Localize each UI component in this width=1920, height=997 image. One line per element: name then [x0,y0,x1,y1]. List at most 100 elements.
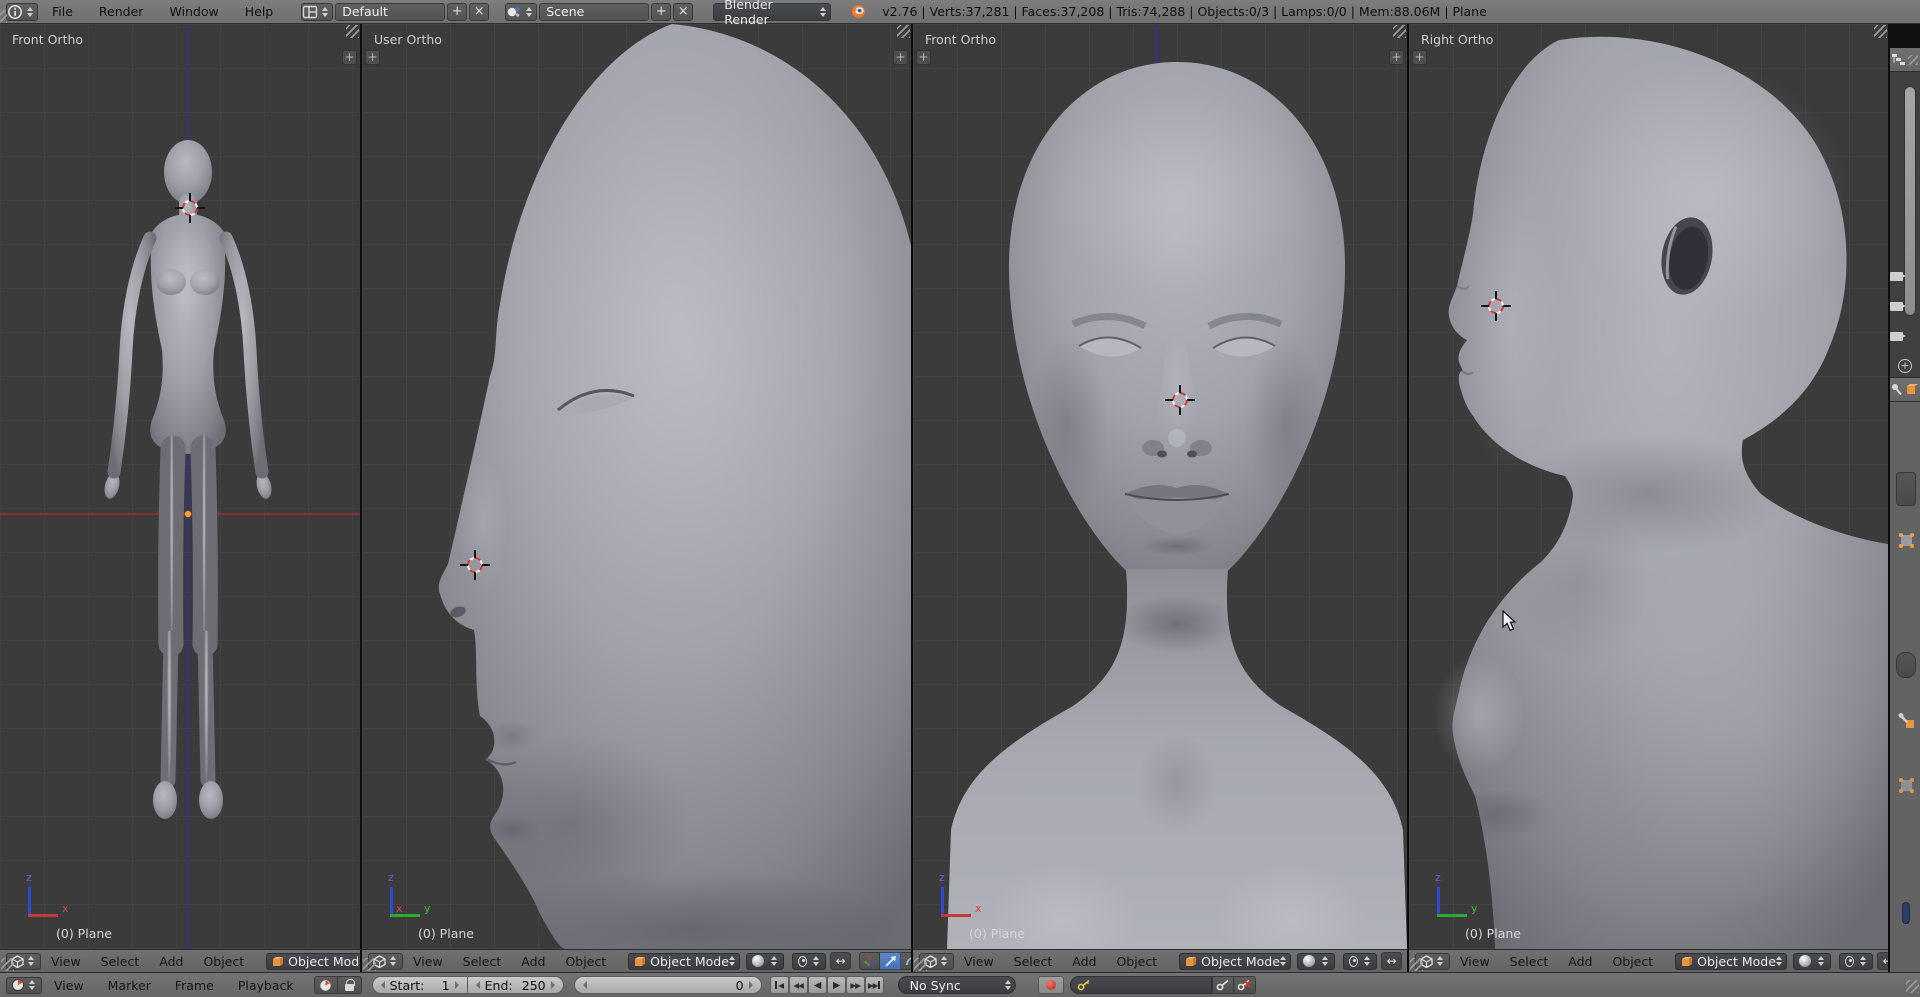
scene-name-field[interactable]: Scene [539,3,649,21]
region-expand-button[interactable]: + [365,50,380,65]
viewport-front-head[interactable]: Front Ortho z x (0) Plane + + [913,24,1409,949]
menu-object[interactable]: Object [193,954,254,969]
editor-type-info-button[interactable] [6,3,38,21]
area-corner-grip[interactable] [1,958,14,971]
menu-select[interactable]: Select [1500,954,1559,969]
editor-type-timeline-button[interactable] [6,977,42,994]
area-corner-grip[interactable] [897,25,910,38]
scene-icon-button[interactable] [505,3,537,21]
mode-dropdown[interactable]: Object Mode [1675,953,1787,970]
render-engine-dropdown[interactable]: Blender Render [713,3,831,21]
viewport-user-profile[interactable]: User Ortho z x y (0) Plane + + [362,24,913,949]
mode-dropdown[interactable]: Object Mode [266,953,362,970]
pivot-point-dropdown[interactable] [1839,953,1873,970]
layout-delete-button[interactable]: × [469,3,489,21]
area-corner-grip[interactable] [1906,980,1919,993]
increment-arrow-icon[interactable] [455,981,459,989]
screen-layout-name-field[interactable]: Default [335,3,445,21]
play-button[interactable]: ▶ [827,976,846,994]
viewport-right-head[interactable]: Right Ortho z y (0) Plane + [1409,24,1888,949]
region-expand-button[interactable]: + [916,50,931,65]
preview-range-clock-button[interactable] [314,976,338,994]
menu-playback[interactable]: Playback [226,978,306,993]
frame-end-field[interactable]: End: 250 [468,976,564,994]
viewport-front-body[interactable]: Front Ortho z x (0) Plane + [0,24,362,949]
menu-file[interactable]: File [40,4,85,19]
material-slot-widget[interactable] [1902,902,1910,924]
properties-header[interactable] [1890,378,1920,402]
properties-stepper-widget[interactable] [1896,472,1916,506]
menu-view[interactable]: View [1450,954,1500,969]
expand-region-icon[interactable]: + [1898,359,1912,373]
menu-view[interactable]: View [954,954,1004,969]
auto-keyframe-record-button[interactable] [1038,976,1064,994]
rotate-manipulator-button[interactable] [901,952,913,970]
area-corner-grip[interactable] [1410,958,1423,971]
region-expand-button[interactable]: + [1412,50,1427,65]
manipulator-toggle-button[interactable]: ↔ [830,952,851,970]
manipulator-toggle-button[interactable]: ↔ [1877,952,1888,970]
lock-time-button[interactable] [338,976,362,994]
decrement-arrow-icon[interactable] [381,981,385,989]
menu-select[interactable]: Select [91,954,150,969]
menu-object[interactable]: Object [1602,954,1663,969]
jump-to-end-button[interactable]: ▶▶ [865,976,884,994]
translate-manipulator-button[interactable] [880,952,901,970]
scene-add-button[interactable]: + [651,3,671,21]
menu-view[interactable]: View [41,954,91,969]
menu-frame[interactable]: Frame [163,978,226,993]
region-expand-button[interactable]: + [1389,50,1404,65]
outliner-body[interactable]: + [1890,72,1920,378]
scene-delete-button[interactable]: × [673,3,693,21]
menu-view[interactable]: View [42,978,96,993]
layout-add-button[interactable]: + [447,3,467,21]
area-corner-grip[interactable] [346,25,359,38]
menu-object[interactable]: Object [555,954,616,969]
menu-add[interactable]: Add [1558,954,1602,969]
menu-add[interactable]: Add [511,954,555,969]
mode-dropdown[interactable]: Object Mode [628,953,740,970]
play-reverse-button[interactable]: ◀ [808,976,827,994]
increment-arrow-icon[interactable] [551,981,555,989]
menu-add[interactable]: Add [1062,954,1106,969]
menu-select[interactable]: Select [453,954,512,969]
menu-select[interactable]: Select [1004,954,1063,969]
menu-marker[interactable]: Marker [96,978,163,993]
properties-body[interactable] [1890,402,1920,992]
pivot-point-dropdown[interactable] [1343,953,1377,970]
area-corner-grip[interactable] [1393,25,1406,38]
area-corner-grip[interactable] [1874,25,1887,38]
previous-keyframe-button[interactable]: ◀◀ [789,976,808,994]
delete-keyframe-button[interactable] [1234,976,1256,994]
menu-add[interactable]: Add [149,954,193,969]
jump-to-start-button[interactable]: ◀ [770,976,789,994]
decrement-arrow-icon[interactable] [583,981,587,989]
pivot-point-dropdown[interactable] [792,953,826,970]
menu-help[interactable]: Help [233,4,286,19]
av-sync-dropdown[interactable]: No Sync [898,976,1016,994]
menu-view[interactable]: View [403,954,453,969]
insert-keyframe-button[interactable] [1212,976,1234,994]
menu-render[interactable]: Render [87,4,156,19]
outliner-scrollbar[interactable] [1904,86,1916,316]
viewport-shading-dropdown[interactable] [1793,953,1831,970]
screen-layout-icon-button[interactable] [301,3,333,21]
increment-arrow-icon[interactable] [749,981,753,989]
menu-object[interactable]: Object [1106,954,1167,969]
area-corner-grip[interactable] [363,958,376,971]
current-frame-field[interactable]: 0 [574,976,762,994]
region-expand-button[interactable]: + [342,50,357,65]
area-corner-grip[interactable] [0,10,7,23]
active-keying-set-field[interactable] [1070,976,1212,994]
frame-start-field[interactable]: Start: 1 [372,976,468,994]
next-keyframe-button[interactable]: ▶▶ [846,976,865,994]
menu-window[interactable]: Window [157,4,230,19]
properties-capsule-widget[interactable] [1896,652,1916,678]
outliner-header[interactable] [1890,48,1920,72]
viewport-shading-dropdown[interactable] [746,953,784,970]
mode-dropdown[interactable]: Object Mode [1179,953,1291,970]
region-expand-button[interactable]: + [893,50,908,65]
viewport-shading-dropdown[interactable] [1297,953,1335,970]
manipulator-axes-button[interactable] [859,952,880,970]
area-corner-grip[interactable] [914,958,927,971]
